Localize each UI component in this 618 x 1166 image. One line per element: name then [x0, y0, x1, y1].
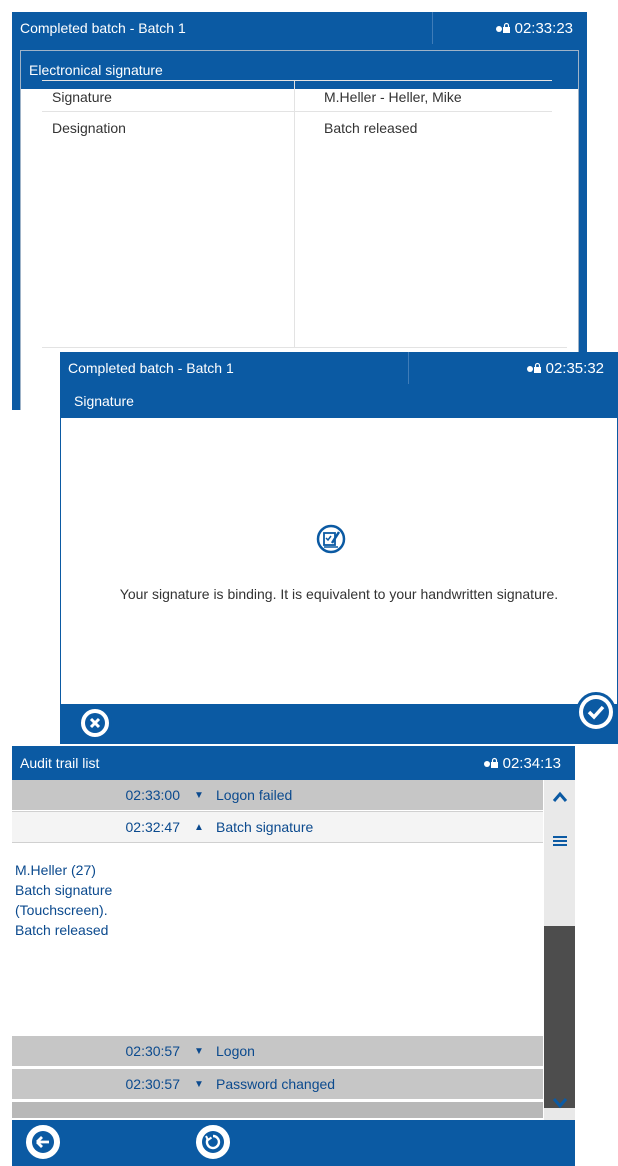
- dialog-footer: [60, 704, 618, 744]
- user-lock-icon: [526, 362, 541, 373]
- detail-line: M.Heller (27): [15, 862, 96, 878]
- checkmark-icon: [583, 699, 609, 725]
- row-label: Signature: [42, 80, 314, 112]
- back-button[interactable]: [26, 1125, 60, 1159]
- back-arrow-icon: [32, 1131, 54, 1153]
- confirm-button[interactable]: [576, 692, 616, 732]
- user-lock-icon: [483, 757, 498, 768]
- row-label: Designation: [42, 111, 314, 142]
- cancel-button[interactable]: [78, 706, 112, 740]
- chevron-down-icon: [552, 1098, 567, 1109]
- entry-detail: M.Heller (27) Batch signature (Touchscre…: [12, 858, 543, 1034]
- scrollbar-thumb[interactable]: [544, 926, 575, 1108]
- table-row: Signature M.Heller - Heller, Mike: [42, 80, 552, 112]
- list-item[interactable]: 02:32:47 ▲ Batch signature: [12, 811, 543, 843]
- table-bottom-divider: [42, 347, 567, 348]
- entry-event: Logon: [216, 1043, 255, 1059]
- audit-list: 02:33:00 ▼ Logon failed 02:32:47 ▲ Batch…: [12, 780, 543, 1118]
- clock-time: 02:34:13: [502, 754, 561, 772]
- clock-time: 02:35:32: [545, 359, 604, 377]
- window-titlebar: Completed batch - Batch 1 02:35:32: [60, 352, 618, 384]
- row-value: Batch released: [314, 111, 552, 142]
- scroll-down-button[interactable]: [544, 1088, 575, 1118]
- window-titlebar: Audit trail list 02:34:13: [12, 746, 575, 780]
- clock: 02:33:23: [495, 20, 573, 37]
- binding-message: Your signature is binding. It is equival…: [119, 586, 559, 602]
- section-title: Signature: [60, 384, 618, 418]
- refresh-button[interactable]: [196, 1125, 230, 1159]
- shield-icon: ▼: [194, 789, 204, 801]
- close-icon: [85, 713, 105, 733]
- table-row: Designation Batch released: [42, 111, 552, 142]
- chevron-up-icon: [552, 791, 567, 802]
- scrollbar[interactable]: [544, 780, 575, 1120]
- list-item-partial: [12, 1102, 543, 1118]
- shield-icon: ▼: [194, 1045, 204, 1057]
- titlebar-divider: [432, 12, 433, 44]
- entry-event: Password changed: [216, 1076, 336, 1092]
- detail-line: Batch released: [15, 922, 109, 938]
- titlebar-divider: [408, 352, 409, 384]
- window-titlebar: Completed batch - Batch 1 02:33:23: [12, 12, 587, 44]
- entry-event: Logon failed: [216, 787, 293, 803]
- menu-icon: [552, 836, 567, 846]
- list-item[interactable]: 02:30:57 ▼ Password changed: [12, 1069, 543, 1099]
- list-item[interactable]: 02:33:00 ▼ Logon failed: [12, 780, 543, 810]
- detail-line: (Touchscreen).: [15, 902, 108, 918]
- window-title: Completed batch - Batch 1: [20, 20, 186, 36]
- window-title: Completed batch - Batch 1: [68, 360, 234, 376]
- signature-confirm-window: Completed batch - Batch 1 02:35:32 Signa…: [60, 352, 618, 744]
- audit-footer: [12, 1120, 575, 1166]
- clock: 02:34:13: [483, 755, 561, 772]
- entry-time: 02:32:47: [125, 819, 181, 835]
- refresh-icon: [202, 1131, 224, 1153]
- clock: 02:35:32: [526, 360, 604, 377]
- row-value: M.Heller - Heller, Mike: [314, 80, 552, 112]
- scroll-menu-button[interactable]: [544, 826, 575, 856]
- user-lock-icon: [495, 22, 510, 33]
- signature-table: Signature M.Heller - Heller, Mike Design…: [42, 80, 552, 142]
- signature-details-window: Completed batch - Batch 1 02:33:23 Elect…: [12, 12, 587, 410]
- window-title: Audit trail list: [20, 755, 100, 771]
- entry-event: Batch signature: [216, 819, 314, 835]
- entry-time: 02:30:57: [125, 1076, 181, 1092]
- scroll-up-button[interactable]: [544, 782, 575, 812]
- entry-time: 02:30:57: [125, 1043, 181, 1059]
- clock-time: 02:33:23: [514, 19, 573, 37]
- entry-time: 02:33:00: [125, 787, 181, 803]
- shield-icon: ▼: [194, 1078, 204, 1090]
- audit-trail-window: Audit trail list 02:34:13 02:33:00 ▼ Log…: [12, 746, 575, 1166]
- dialog-frame: [60, 384, 618, 740]
- list-item[interactable]: 02:30:57 ▼ Logon: [12, 1036, 543, 1066]
- detail-line: Batch signature: [15, 882, 113, 898]
- warning-icon: ▲: [194, 821, 204, 833]
- signature-icon: [316, 524, 346, 554]
